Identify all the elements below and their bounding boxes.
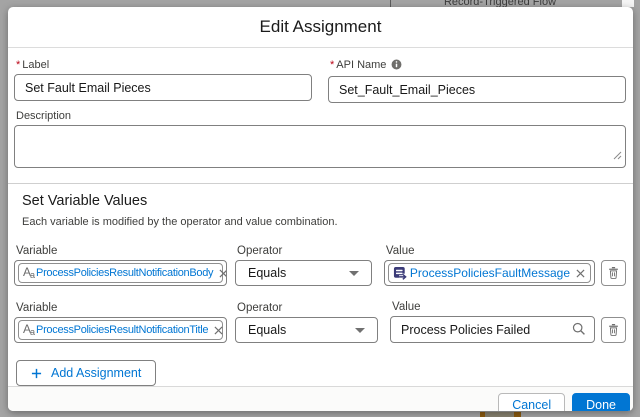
api-name-input[interactable] xyxy=(328,76,626,103)
operator-column-label: Operator xyxy=(237,245,372,257)
name-fields-row: *Label *API Name xyxy=(14,57,626,103)
info-icon[interactable] xyxy=(391,59,402,73)
variable-column-label: Variable xyxy=(16,245,227,257)
description-field: Description xyxy=(14,110,626,173)
remove-icon[interactable] xyxy=(217,267,227,279)
dialog-header: Edit Assignment xyxy=(8,7,633,48)
value-pill[interactable]: ProcessPoliciesFaultMessage xyxy=(388,263,591,283)
variable-column-label: Variable xyxy=(16,302,227,314)
label-field: *Label xyxy=(14,57,312,103)
variable-combobox[interactable]: Aa ProcessPoliciesResultNotificationTitl… xyxy=(14,317,227,343)
variable-combobox[interactable]: Aa ProcessPoliciesResultNotificationBody xyxy=(14,260,227,286)
operator-column-label: Operator xyxy=(237,302,378,314)
variable-pill[interactable]: Aa ProcessPoliciesResultNotificationTitl… xyxy=(18,320,223,340)
flow-type-label: Record-Triggered Flow xyxy=(415,0,585,7)
required-asterisk: * xyxy=(16,59,20,71)
plus-icon xyxy=(31,368,42,379)
dialog-body: *Label *API Name Description xyxy=(8,48,633,173)
value-column: Value ProcessPoliciesFaultMessage xyxy=(384,245,595,286)
background-panel-fragment xyxy=(622,0,634,7)
description-field-label: Description xyxy=(16,110,626,122)
assignment-row: Variable Aa ProcessPoliciesResultNotific… xyxy=(14,301,626,343)
operator-column: Operator Equals xyxy=(235,245,372,286)
assignment-row: Variable Aa ProcessPoliciesResultNotific… xyxy=(14,245,626,286)
value-column: Value xyxy=(390,301,595,343)
dialog-footer: Cancel Done xyxy=(8,386,633,411)
canvas-node-fragment xyxy=(480,412,521,417)
search-icon xyxy=(572,322,586,341)
dialog-title: Edit Assignment xyxy=(260,17,382,37)
variable-column: Variable Aa ProcessPoliciesResultNotific… xyxy=(14,302,227,343)
variable-pill[interactable]: Aa ProcessPoliciesResultNotificationBody xyxy=(18,263,223,283)
operator-select[interactable]: Equals xyxy=(235,260,372,286)
operator-selected-value: Equals xyxy=(248,323,355,337)
value-search-input[interactable] xyxy=(390,316,595,343)
cancel-button[interactable]: Cancel xyxy=(498,393,565,411)
section-subtitle: Each variable is modified by the operato… xyxy=(22,216,626,228)
trash-icon xyxy=(607,323,620,337)
remove-icon[interactable] xyxy=(574,267,586,279)
delete-row-button[interactable] xyxy=(601,260,626,286)
section-title: Set Variable Values xyxy=(22,193,626,209)
value-column-label: Value xyxy=(386,245,595,257)
variable-pill-label: ProcessPoliciesResultNotificationBody xyxy=(36,267,213,279)
edit-assignment-dialog: Edit Assignment *Label *API Name Descrip… xyxy=(8,7,633,411)
done-button[interactable]: Done xyxy=(572,393,630,411)
variable-pill-label: ProcessPoliciesResultNotificationTitle xyxy=(36,324,208,336)
label-field-label-text: Label xyxy=(22,59,49,71)
operator-column: Operator Equals xyxy=(235,302,378,343)
label-field-label: *Label xyxy=(16,59,312,71)
value-combobox[interactable]: ProcessPoliciesFaultMessage xyxy=(384,260,595,286)
required-asterisk: * xyxy=(330,59,334,71)
text-type-icon: Aa xyxy=(23,266,34,280)
trash-icon xyxy=(607,266,620,280)
add-assignment-label: Add Assignment xyxy=(51,366,141,380)
chevron-down-icon xyxy=(349,271,359,276)
api-name-field-label-text: API Name xyxy=(336,59,386,71)
assignment-rows: Variable Aa ProcessPoliciesResultNotific… xyxy=(14,245,626,386)
chevron-down-icon xyxy=(355,328,365,333)
flow-type-label-wrap: Record-Triggered Flow xyxy=(415,0,585,7)
label-input[interactable] xyxy=(14,74,312,101)
api-name-field: *API Name xyxy=(328,57,626,103)
operator-selected-value: Equals xyxy=(248,266,349,280)
add-assignment-button[interactable]: Add Assignment xyxy=(16,360,156,386)
variable-icon xyxy=(393,266,408,281)
operator-select[interactable]: Equals xyxy=(235,317,378,343)
set-variable-values-section: Set Variable Values Each variable is mod… xyxy=(8,184,633,386)
variable-column: Variable Aa ProcessPoliciesResultNotific… xyxy=(14,245,227,286)
value-pill-label: ProcessPoliciesFaultMessage xyxy=(410,266,570,280)
value-column-label: Value xyxy=(392,301,595,313)
text-type-icon: Aa xyxy=(23,323,34,337)
background-panel-divider xyxy=(390,0,391,7)
delete-row-button[interactable] xyxy=(601,317,626,343)
description-textarea[interactable] xyxy=(14,125,626,168)
remove-icon[interactable] xyxy=(212,324,224,336)
api-name-field-label: *API Name xyxy=(330,59,626,73)
